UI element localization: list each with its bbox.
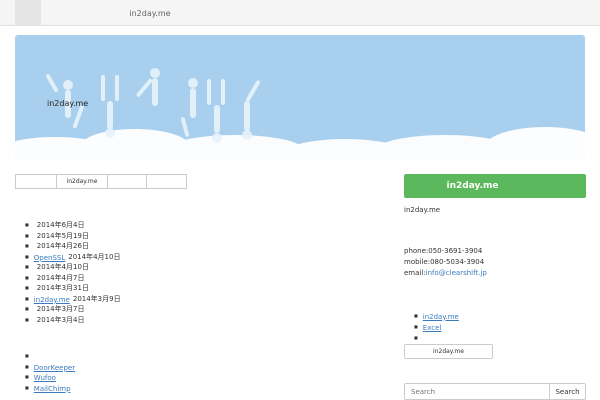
recent-post-item: 2014年3月31日	[25, 283, 121, 294]
nav-tab-home[interactable]	[15, 0, 41, 26]
recent-post-date: 2014年3月31日	[36, 284, 89, 292]
sidebar-intro: in2day.me	[404, 205, 586, 215]
contact-email-row: email:info@clearshift.jp	[404, 268, 487, 279]
recommended-list: DoorKeeperWufoo MailChimp	[25, 351, 75, 393]
nav-tab-in2dayme[interactable]: in2day.me	[117, 0, 183, 26]
recommended-item: DoorKeeper	[25, 362, 75, 373]
recent-post-date: 2014年4月10日	[36, 263, 89, 271]
nav-tab-2[interactable]	[41, 0, 117, 26]
recent-post-item: 2014年4月10日	[25, 262, 121, 273]
recent-post-item: in2day.me2014年3月9日	[25, 294, 121, 305]
recommended-link[interactable]: DoorKeeper	[34, 363, 75, 372]
hero-banner: in2day.me	[15, 35, 585, 159]
recommended-link[interactable]: MailChimp	[34, 384, 71, 393]
content-tab-4[interactable]	[146, 174, 187, 189]
hero-title	[45, 82, 115, 92]
hero-subtitle: in2day.me	[45, 99, 565, 109]
recent-posts-title	[15, 202, 59, 218]
search-heading	[404, 369, 470, 379]
recent-post-item: 2014年4月26日	[25, 241, 121, 252]
recent-post-date: 2014年4月10日	[68, 252, 121, 261]
sidebar-link-item	[414, 332, 459, 343]
recommended-item: MailChimp	[25, 383, 75, 394]
sidebar-link-link[interactable]: in2day.me	[423, 312, 459, 321]
contact-phone: phone:050-3691-3904	[404, 247, 483, 255]
recommended-link[interactable]: Wufoo	[34, 373, 56, 382]
contact-email-label: email:	[404, 269, 426, 277]
cta-brand: in2day.me	[446, 181, 499, 191]
sidebar-links: in2day.me Excel	[414, 310, 459, 343]
recent-post-date: 2014年4月7日	[36, 273, 85, 282]
content-tab-in2dayme-brand: in2day.me	[66, 178, 98, 185]
contact-title	[404, 233, 464, 243]
hero-illustration	[15, 68, 585, 159]
recent-post-item: 2014年3月4日	[25, 315, 121, 326]
recommended-title	[15, 331, 159, 347]
contact-mobile: mobile:080-5034-3904	[404, 258, 485, 266]
in2dayme-cta-button[interactable]: in2day.me	[404, 174, 586, 198]
cta-suffix	[501, 182, 543, 190]
hero-subtitle-brand: in2day.me	[47, 99, 89, 108]
sidebar-in2dayme-button[interactable]: in2day.me	[404, 344, 493, 359]
contact-info: phone:050-3691-3904 mobile:080-5034-3904…	[404, 246, 487, 290]
sidebar-button-brand: in2day.me	[433, 348, 464, 355]
nav-tab-in2dayme-brand: in2day.me	[129, 8, 171, 18]
recommended-item	[25, 351, 75, 362]
nav-tab-5[interactable]	[259, 0, 335, 26]
content-tab-3[interactable]	[107, 174, 147, 189]
recent-post-item: 2014年4月7日	[25, 273, 121, 284]
content-tab-1[interactable]	[15, 174, 57, 189]
sidebar-link-item: in2day.me	[414, 310, 459, 321]
content-tab-in2dayme[interactable]: in2day.me	[56, 174, 108, 189]
search-input[interactable]	[404, 383, 550, 400]
nav-tab-4[interactable]	[183, 0, 259, 26]
recent-post-date: 2014年3月7日	[36, 305, 85, 313]
sidebar-intro-brand: in2day.me	[404, 206, 441, 214]
recent-post-item: 2014年3月7日	[25, 304, 121, 315]
recommended-item: Wufoo	[25, 372, 75, 383]
recent-post-item: OpenSSL2014年4月10日	[25, 252, 121, 263]
recent-posts-list: 2014年6月4日2014年5月19日2014年4月26日OpenSSL2014…	[25, 220, 121, 325]
sidebar-link-link[interactable]: Excel	[423, 323, 442, 332]
recent-post-link[interactable]: in2day.me	[34, 295, 70, 304]
contact-address	[404, 279, 487, 290]
links-title	[404, 296, 434, 306]
content-tabs: in2day.me	[15, 174, 187, 189]
search-button[interactable]: Search	[549, 383, 586, 400]
recent-post-date: 2014年3月4日	[36, 315, 85, 324]
recent-post-item: 2014年5月19日	[25, 231, 121, 242]
contact-email-link[interactable]: info@clearshift.jp	[426, 269, 487, 277]
top-navbar: in2day.me	[0, 0, 600, 26]
recent-post-date: 2014年4月26日	[36, 242, 89, 250]
recent-post-date: 2014年3月9日	[72, 294, 121, 303]
recent-post-date: 2014年6月4日	[36, 221, 85, 229]
recent-post-item: 2014年6月4日	[25, 220, 121, 231]
recent-post-link[interactable]: OpenSSL	[34, 253, 65, 262]
recent-post-date: 2014年5月19日	[36, 231, 89, 240]
sidebar-link-item: Excel	[414, 321, 459, 332]
